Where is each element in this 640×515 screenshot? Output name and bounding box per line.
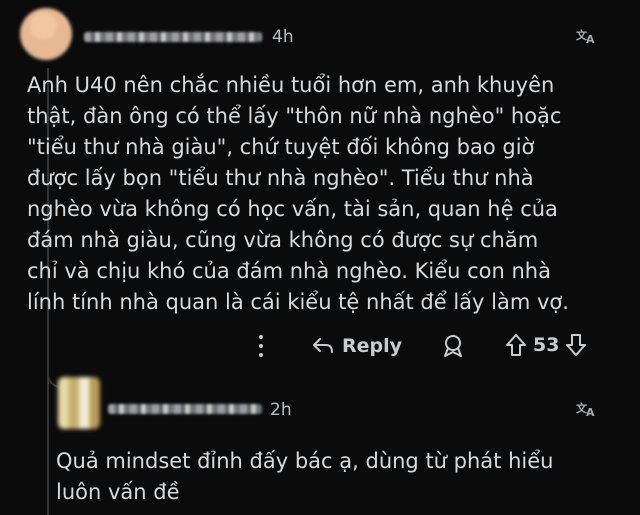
- upvote-icon[interactable]: [505, 333, 527, 357]
- commenter-avatar[interactable]: [20, 8, 72, 60]
- reply-button[interactable]: Reply: [312, 333, 402, 359]
- downvote-icon[interactable]: [565, 333, 587, 357]
- more-options-icon: [259, 335, 263, 339]
- award-button[interactable]: [440, 333, 466, 363]
- svg-text:A: A: [586, 406, 595, 417]
- commenter-username-blurred[interactable]: [84, 32, 262, 42]
- svg-text:A: A: [586, 33, 595, 44]
- translate-icon[interactable]: 文 A: [576, 28, 596, 48]
- comment-body: Anh U40 nên chắc nhiều tuổi hơn em, anh …: [27, 73, 569, 314]
- comment-timestamp: 4h: [272, 27, 294, 47]
- translate-icon[interactable]: 文 A: [576, 401, 596, 421]
- reply-username-blurred[interactable]: [108, 404, 262, 414]
- reply-label: Reply: [342, 335, 403, 357]
- translate-glyph: 文 A: [576, 401, 596, 419]
- award-icon: [444, 335, 462, 357]
- vote-controls: 53: [505, 333, 587, 357]
- reply-arrow-icon: [313, 338, 333, 353]
- reply-body: Quả mindset đỉnh đấy bác ạ, dùng từ phát…: [56, 449, 554, 504]
- vote-count: 53: [533, 334, 560, 356]
- translate-glyph: 文 A: [576, 28, 596, 46]
- reply-avatar[interactable]: [58, 377, 100, 429]
- reply-timestamp: 2h: [270, 400, 292, 420]
- more-options-button[interactable]: [252, 333, 270, 359]
